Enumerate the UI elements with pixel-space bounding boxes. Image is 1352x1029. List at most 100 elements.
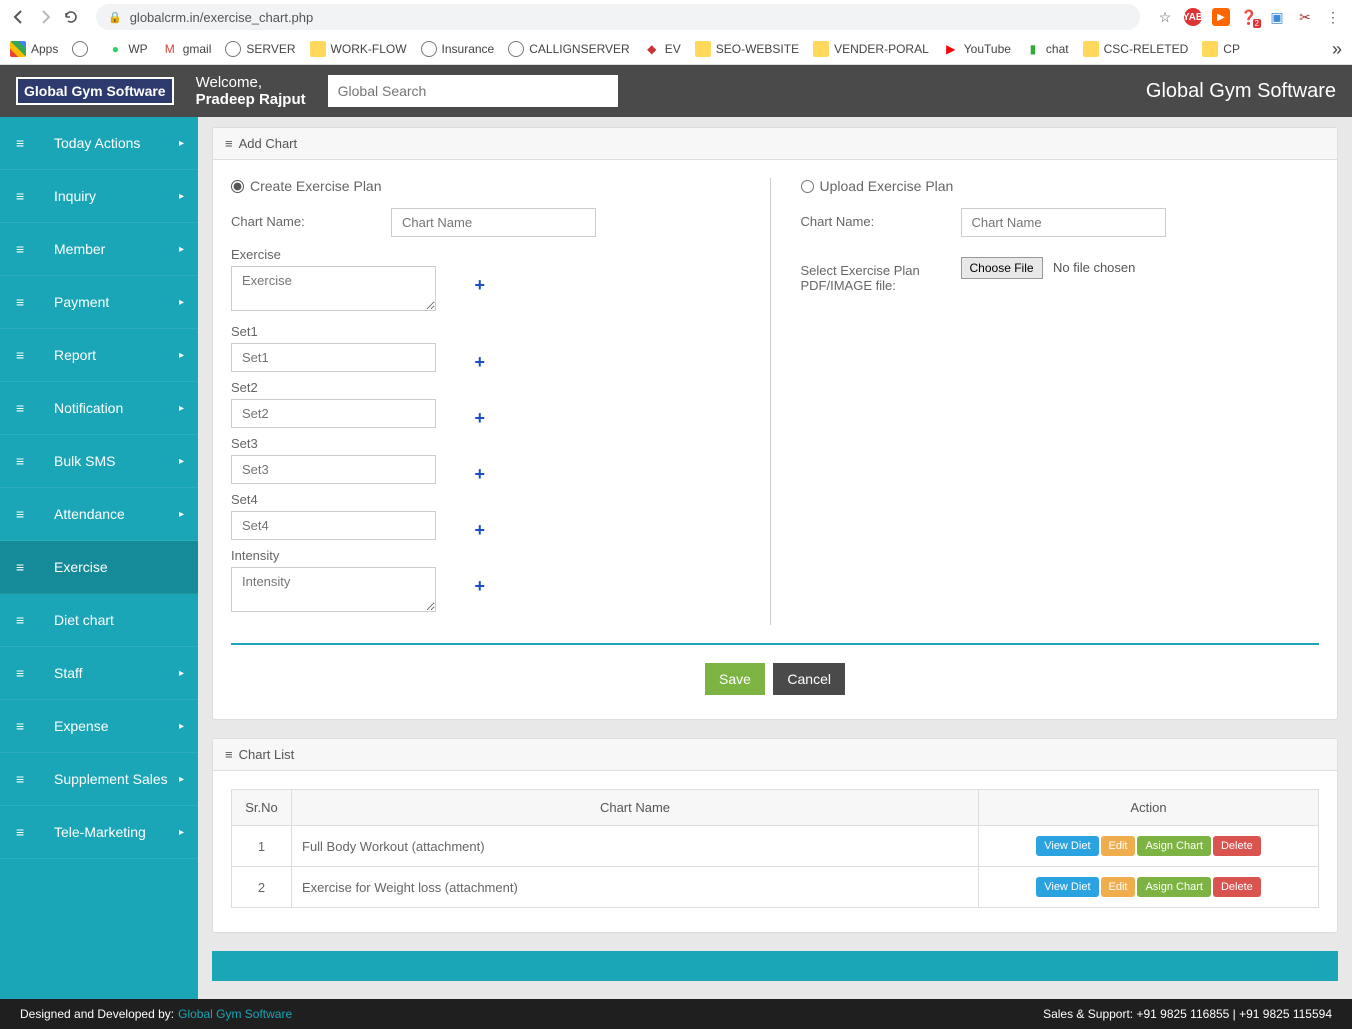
sidebar-item-report[interactable]: Report▸: [0, 329, 198, 382]
sidebar-item-label: Member: [54, 241, 105, 257]
bookmark-wp[interactable]: ●WP: [107, 41, 147, 57]
bookmark-server[interactable]: SERVER: [225, 41, 295, 57]
field-intensity: Intensity+: [231, 548, 461, 617]
menu-icon: [225, 136, 233, 151]
set1-input[interactable]: [231, 343, 436, 372]
save-button[interactable]: Save: [705, 663, 765, 695]
bookmark-youtube[interactable]: ▶YouTube: [943, 41, 1011, 57]
bookmark-apps[interactable]: Apps: [10, 41, 58, 57]
bookmark-cp[interactable]: CP: [1202, 41, 1240, 57]
edit-button[interactable]: Edit: [1101, 836, 1136, 856]
list-icon: [16, 771, 34, 787]
radio-upload[interactable]: [801, 180, 814, 193]
plus-icon[interactable]: +: [474, 520, 485, 541]
ext-icon-2[interactable]: ▶: [1212, 8, 1230, 26]
ext-icon-1[interactable]: YAB: [1184, 8, 1202, 26]
list-icon: [16, 241, 34, 257]
plus-icon[interactable]: +: [474, 408, 485, 429]
sidebar-item-label: Supplement Sales: [54, 771, 168, 787]
sidebar-item-bulk-sms[interactable]: Bulk SMS▸: [0, 435, 198, 488]
footer-dev-text: Designed and Developed by:: [20, 1007, 174, 1021]
upload-chart-name-input[interactable]: [961, 208, 1166, 237]
sidebar: Today Actions▸Inquiry▸Member▸Payment▸Rep…: [0, 117, 198, 999]
set4-input[interactable]: [231, 511, 436, 540]
plus-icon[interactable]: +: [474, 576, 485, 597]
chart-list-title: Chart List: [239, 747, 295, 762]
bookmark-gmail[interactable]: Mgmail: [162, 41, 212, 57]
cell-actions: View DietEditAsign ChartDelete: [979, 867, 1319, 908]
url-bar[interactable]: 🔒 globalcrm.in/exercise_chart.php: [96, 4, 1140, 30]
set3-input[interactable]: [231, 455, 436, 484]
bookmark-seo[interactable]: SEO-WEBSITE: [695, 41, 799, 57]
set2-input[interactable]: [231, 399, 436, 428]
sidebar-item-attendance[interactable]: Attendance▸: [0, 488, 198, 541]
bookmark-insurance[interactable]: Insurance: [421, 41, 495, 57]
sidebar-item-exercise[interactable]: Exercise: [0, 541, 198, 594]
edit-button[interactable]: Edit: [1101, 877, 1136, 897]
sidebar-item-tele-marketing[interactable]: Tele-Marketing▸: [0, 806, 198, 859]
sidebar-item-diet-chart[interactable]: Diet chart: [0, 594, 198, 647]
intensity-label: Intensity: [231, 548, 461, 563]
ext-icon-5[interactable]: ✂: [1296, 8, 1314, 26]
bookmark-item[interactable]: [72, 41, 93, 57]
ext-icon-3[interactable]: ❓2: [1240, 8, 1258, 26]
sidebar-item-inquiry[interactable]: Inquiry▸: [0, 170, 198, 223]
bookmarks-more-icon[interactable]: »: [1332, 39, 1342, 60]
ext-icon-4[interactable]: ▣: [1268, 8, 1286, 26]
bookmark-csc[interactable]: CSC-RELETED: [1083, 41, 1189, 57]
view-diet-button[interactable]: View Diet: [1036, 836, 1098, 856]
delete-button[interactable]: Delete: [1213, 877, 1261, 897]
chevron-right-icon: ▸: [179, 668, 184, 679]
chevron-right-icon: ▸: [179, 350, 184, 361]
footer-dev-link[interactable]: Global Gym Software: [178, 1007, 292, 1021]
add-chart-title: Add Chart: [239, 136, 298, 151]
table-row: 2Exercise for Weight loss (attachment)Vi…: [232, 867, 1319, 908]
plus-icon[interactable]: +: [474, 275, 485, 296]
plus-icon[interactable]: +: [474, 464, 485, 485]
cancel-button[interactable]: Cancel: [773, 663, 845, 695]
bookmark-workflow[interactable]: WORK-FLOW: [310, 41, 407, 57]
sidebar-item-expense[interactable]: Expense▸: [0, 700, 198, 753]
bookmark-chat[interactable]: ▮chat: [1025, 41, 1069, 57]
menu-icon: [225, 747, 233, 762]
reload-icon[interactable]: [62, 8, 80, 26]
list-icon: [16, 188, 34, 204]
list-icon: [16, 400, 34, 416]
bookmark-ev[interactable]: ◆EV: [644, 41, 681, 57]
global-search-input[interactable]: [328, 75, 618, 107]
sidebar-item-payment[interactable]: Payment▸: [0, 276, 198, 329]
upload-chart-name-label: Chart Name:: [801, 208, 961, 229]
back-icon[interactable]: [10, 8, 28, 26]
star-icon[interactable]: ☆: [1156, 8, 1174, 26]
sidebar-item-today-actions[interactable]: Today Actions▸: [0, 117, 198, 170]
plus-icon[interactable]: +: [474, 352, 485, 373]
assign-chart-button[interactable]: Asign Chart: [1137, 877, 1210, 897]
lock-icon: 🔒: [108, 11, 122, 24]
intensity-input[interactable]: [231, 567, 436, 612]
list-icon: [16, 506, 34, 522]
field-set2: Set2+: [231, 380, 461, 428]
chart-name-label: Chart Name:: [231, 208, 391, 229]
chart-name-input[interactable]: [391, 208, 596, 237]
choose-file-button[interactable]: Choose File: [961, 257, 1043, 279]
footer: Designed and Developed by: Global Gym So…: [0, 999, 1352, 1029]
delete-button[interactable]: Delete: [1213, 836, 1261, 856]
create-plan-column: Create Exercise Plan Chart Name: Exercis…: [231, 178, 771, 625]
exercise-input[interactable]: [231, 266, 436, 311]
set2-label: Set2: [231, 380, 461, 395]
sidebar-item-staff[interactable]: Staff▸: [0, 647, 198, 700]
content: Add Chart Create Exercise Plan Chart Nam…: [198, 117, 1352, 999]
menu-icon[interactable]: ⋮: [1324, 8, 1342, 26]
th-action: Action: [979, 790, 1319, 826]
sidebar-item-supplement-sales[interactable]: Supplement Sales▸: [0, 753, 198, 806]
bookmark-vender[interactable]: VENDER-PORAL: [813, 41, 929, 57]
field-set4: Set4+: [231, 492, 461, 540]
view-diet-button[interactable]: View Diet: [1036, 877, 1098, 897]
assign-chart-button[interactable]: Asign Chart: [1137, 836, 1210, 856]
sidebar-item-member[interactable]: Member▸: [0, 223, 198, 276]
sidebar-item-notification[interactable]: Notification▸: [0, 382, 198, 435]
bookmark-callign[interactable]: CALLIGNSERVER: [508, 41, 629, 57]
forward-icon[interactable]: [36, 8, 54, 26]
radio-create[interactable]: [231, 180, 244, 193]
chart-list-table: Sr.No Chart Name Action 1Full Body Worko…: [231, 789, 1319, 908]
